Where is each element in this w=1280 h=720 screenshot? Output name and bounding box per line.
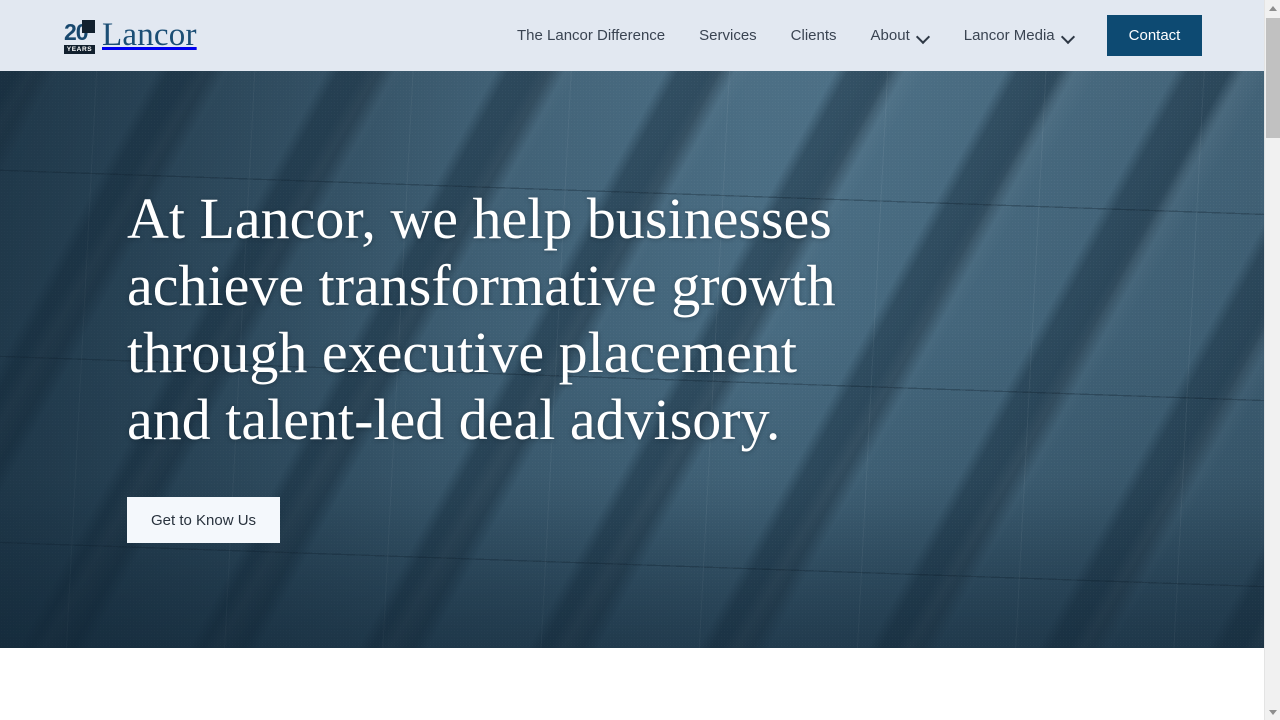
badge-square-accent — [82, 20, 95, 33]
chevron-down-icon[interactable] — [917, 30, 930, 43]
below-hero-section — [0, 648, 1264, 720]
browser-viewport: 20 YEARS Lancor The Lancor Difference Se… — [0, 0, 1280, 720]
primary-navigation: The Lancor Difference Services Clients A… — [500, 0, 1092, 71]
nav-item-label: Clients — [790, 27, 837, 44]
get-to-know-us-button[interactable]: Get to Know Us — [127, 497, 281, 543]
hero-heading: At Lancor, we help businesses achieve tr… — [127, 186, 836, 452]
scroll-up-arrow-icon[interactable] — [1265, 0, 1280, 16]
site-header: 20 YEARS Lancor The Lancor Difference Se… — [0, 0, 1264, 71]
nav-item-clients[interactable]: Clients — [774, 0, 854, 71]
hero-content: At Lancor, we help businesses achieve tr… — [127, 185, 887, 543]
nav-item-label: Services — [699, 27, 757, 44]
nav-item-lancor-media[interactable]: Lancor Media — [947, 0, 1092, 71]
scrollbar-thumb[interactable] — [1266, 18, 1280, 138]
nav-item-label: About — [870, 27, 910, 44]
contact-button[interactable]: Contact — [1107, 15, 1202, 56]
nav-item-label: The Lancor Difference — [517, 27, 666, 44]
nav-item-label: Lancor Media — [963, 27, 1055, 44]
badge-years-label: YEARS — [64, 45, 95, 54]
page-scrollbar[interactable] — [1264, 0, 1280, 720]
chevron-down-icon[interactable] — [1062, 30, 1075, 43]
nav-item-services[interactable]: Services — [682, 0, 774, 71]
scroll-up-triangle — [1269, 5, 1277, 11]
hero-section: At Lancor, we help businesses achieve tr… — [0, 71, 1264, 648]
page-content: 20 YEARS Lancor The Lancor Difference Se… — [0, 0, 1264, 720]
scroll-down-arrow-icon[interactable] — [1265, 704, 1280, 720]
hero-cta-label: Get to Know Us — [151, 511, 257, 529]
anniversary-badge-icon: 20 YEARS — [64, 20, 95, 54]
logo-wordmark: Lancor — [102, 17, 197, 53]
contact-button-label: Contact — [1128, 27, 1181, 44]
site-logo[interactable]: 20 YEARS Lancor — [64, 18, 197, 56]
nav-item-about[interactable]: About — [854, 0, 947, 71]
nav-item-the-lancor-difference[interactable]: The Lancor Difference — [500, 0, 682, 71]
scroll-down-triangle — [1269, 709, 1277, 715]
